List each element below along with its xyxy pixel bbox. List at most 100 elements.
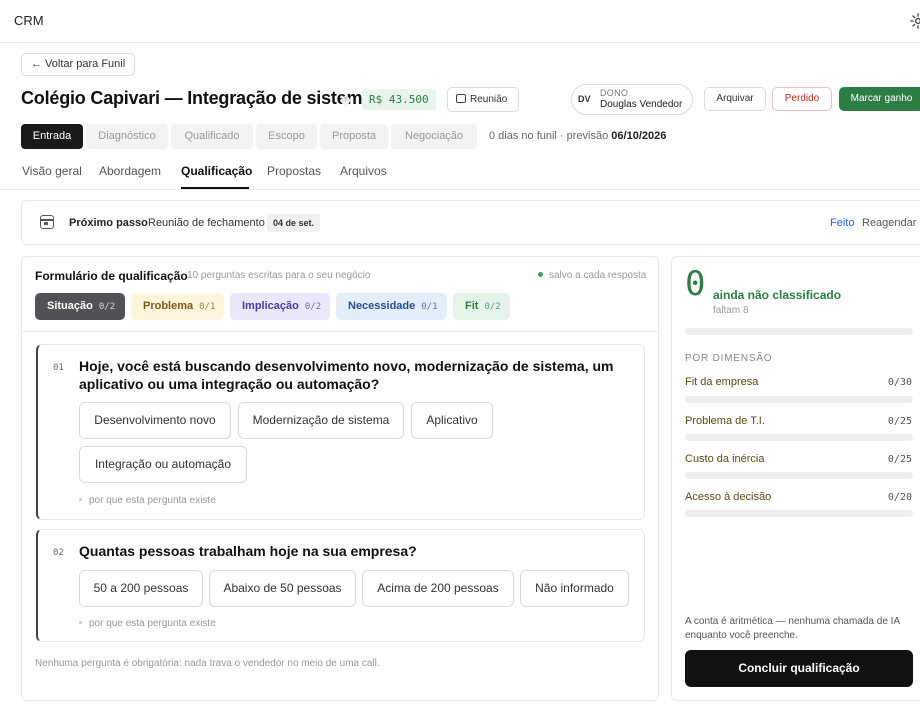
archive-button[interactable]: Arquivar (704, 87, 766, 111)
chip-implicacao[interactable]: Implicação 0/2 (230, 293, 330, 320)
chip-label: Problema (143, 300, 194, 312)
mark-won-button[interactable]: Marcar ganho (839, 87, 920, 111)
tab-approach[interactable]: Abordagem (99, 164, 161, 178)
tab-overview[interactable]: Visão geral (22, 164, 82, 178)
saved-indicator: salvo a cada resposta (538, 270, 646, 281)
tab-qualification[interactable]: Qualificação (181, 164, 252, 178)
question-text: Hoje, você está buscando desenvolvimento… (79, 358, 614, 392)
reschedule-link[interactable]: Reagendar (862, 217, 916, 229)
option-button[interactable]: Não informado (520, 570, 629, 607)
deal-title: Colégio Capivari — Integração de sistema… (21, 88, 382, 108)
chip-count: 0/1 (421, 302, 438, 312)
dimension-label: Fit da empresa (685, 376, 759, 388)
dimension-bar (685, 472, 913, 479)
back-to-funnel-button[interactable]: ← Voltar para Funil (21, 53, 136, 76)
score-value: 0 (685, 264, 706, 304)
dimension-score: 0/25 (887, 454, 912, 465)
stage-info: 0 dias no funil · previsão 06/10/2026 (489, 130, 666, 142)
conclude-qualification-button[interactable]: Concluir qualificação (685, 650, 913, 687)
qualification-form: Formulário de qualificação 10 perguntas … (21, 256, 659, 701)
status-dot (538, 272, 543, 277)
tab-bar: Visão geral Abordagem Qualificação Propo… (0, 161, 920, 190)
dimension-bar (685, 396, 913, 403)
calendar-icon (456, 94, 466, 103)
owner-name: Douglas Vendedor (600, 99, 683, 110)
why-question-link[interactable]: por que esta pergunta existe (79, 495, 216, 506)
dimension-score: 0/20 (887, 492, 912, 503)
divider (22, 331, 658, 332)
form-subtitle: 10 perguntas escritas para o seu negócio (187, 270, 371, 281)
dimensions-title: POR DIMENSÃO (685, 353, 773, 364)
stage-qualificado[interactable]: Qualificado (171, 124, 253, 149)
owner-label: DONO (600, 88, 629, 98)
dimension-label: Custo da inércia (685, 453, 765, 465)
score-status: ainda não classificado (713, 288, 842, 302)
option-button[interactable]: Acima de 200 pessoas (362, 570, 514, 607)
forecast-date: 06/10/2026 (611, 130, 667, 142)
why-text: por que esta pergunta existe (89, 495, 216, 506)
dimension-label: Acesso à decisão (685, 491, 772, 503)
next-step-text: Reunião de fechamento (148, 217, 265, 229)
next-step-label: Próximo passo (69, 217, 148, 229)
dimension-score: 0/30 (887, 377, 912, 388)
stage-entrada[interactable]: Entrada (21, 124, 83, 149)
owner-avatar: DV (578, 94, 591, 104)
dimension-bar (685, 510, 913, 517)
top-bar: CRM (0, 0, 920, 43)
stage-escopo[interactable]: Escopo (256, 124, 317, 149)
chip-label: Implicação (242, 300, 299, 312)
dimension-label: Problema de T.I. (685, 415, 765, 427)
tab-files[interactable]: Arquivos (340, 164, 387, 178)
chip-problema[interactable]: Problema 0/1 (131, 293, 224, 320)
chip-count: 0/2 (484, 302, 501, 312)
dimension-score: 0/25 (887, 416, 912, 427)
question-number: 02 (53, 548, 64, 558)
question-card: 02 Quantas pessoas trabalham hoje na sua… (36, 529, 645, 642)
gear-icon[interactable] (909, 12, 920, 30)
owner-pill[interactable]: DV DONO Douglas Vendedor (571, 84, 693, 115)
app-title: CRM (14, 13, 44, 28)
score-remaining: faltam 8 (713, 305, 749, 316)
form-footer-note: Nenhuma pergunta é obrigatória: nada tra… (35, 658, 380, 669)
next-step-bar: Próximo passo Reunião de fechamento 04 d… (21, 200, 920, 245)
chip-label: Necessidade (348, 300, 416, 312)
option-button[interactable]: Modernização de sistema (238, 402, 404, 439)
chip-label: Fit (465, 300, 479, 312)
chip-count: 0/1 (199, 302, 216, 312)
chip-fit[interactable]: Fit 0/2 (453, 293, 510, 320)
chip-necessidade[interactable]: Necessidade 0/1 (336, 293, 447, 320)
chip-situacao[interactable]: Situação 0/2 (35, 293, 125, 320)
score-progress-bar (685, 328, 913, 335)
chip-count: 0/2 (98, 302, 116, 312)
meeting-button[interactable]: Reunião (447, 87, 519, 112)
chip-label: Situação (47, 300, 93, 312)
why-question-link[interactable]: por que esta pergunta existe (79, 618, 216, 629)
tab-proposals[interactable]: Propostas (267, 164, 321, 178)
form-title: Formulário de qualificação (35, 269, 188, 283)
chip-count: 0/2 (304, 302, 322, 312)
question-text: Quantas pessoas trabalham hoje na sua em… (79, 543, 417, 559)
option-button[interactable]: Integração ou automação (79, 446, 247, 483)
score-panel: 0 ainda não classificado faltam 8 POR DI… (671, 256, 920, 701)
active-tab-indicator (181, 187, 249, 189)
stage-diagnostico[interactable]: Diagnóstico (86, 124, 168, 149)
mark-done-link[interactable]: Feito (830, 217, 854, 229)
question-card: 01 Hoje, você está buscando desenvolvime… (36, 344, 645, 520)
stage-proposta[interactable]: Proposta (320, 124, 388, 149)
option-button[interactable]: Aplicativo (411, 402, 493, 439)
dimension-bar (685, 434, 913, 441)
help-icon[interactable]: ? (341, 96, 350, 105)
bullet (79, 621, 82, 624)
option-button[interactable]: Desenvolvimento novo (79, 402, 231, 439)
question-number: 01 (53, 363, 64, 373)
option-button[interactable]: Abaixo de 50 pessoas (209, 570, 356, 607)
option-button[interactable]: 50 a 200 pessoas (79, 570, 203, 607)
bullet (79, 498, 82, 501)
score-note: A conta é aritmética — nenhuma chamada d… (685, 616, 900, 641)
deal-amount-badge: R$ 43.500 (362, 89, 436, 110)
mark-lost-button[interactable]: Perdido (772, 87, 832, 111)
meeting-label: Reunião (470, 94, 508, 105)
stage-negociacao[interactable]: Negociação (391, 124, 477, 149)
stage-info-prefix: 0 dias no funil · previsão (489, 130, 609, 142)
next-step-date: 04 de set. (267, 214, 321, 232)
